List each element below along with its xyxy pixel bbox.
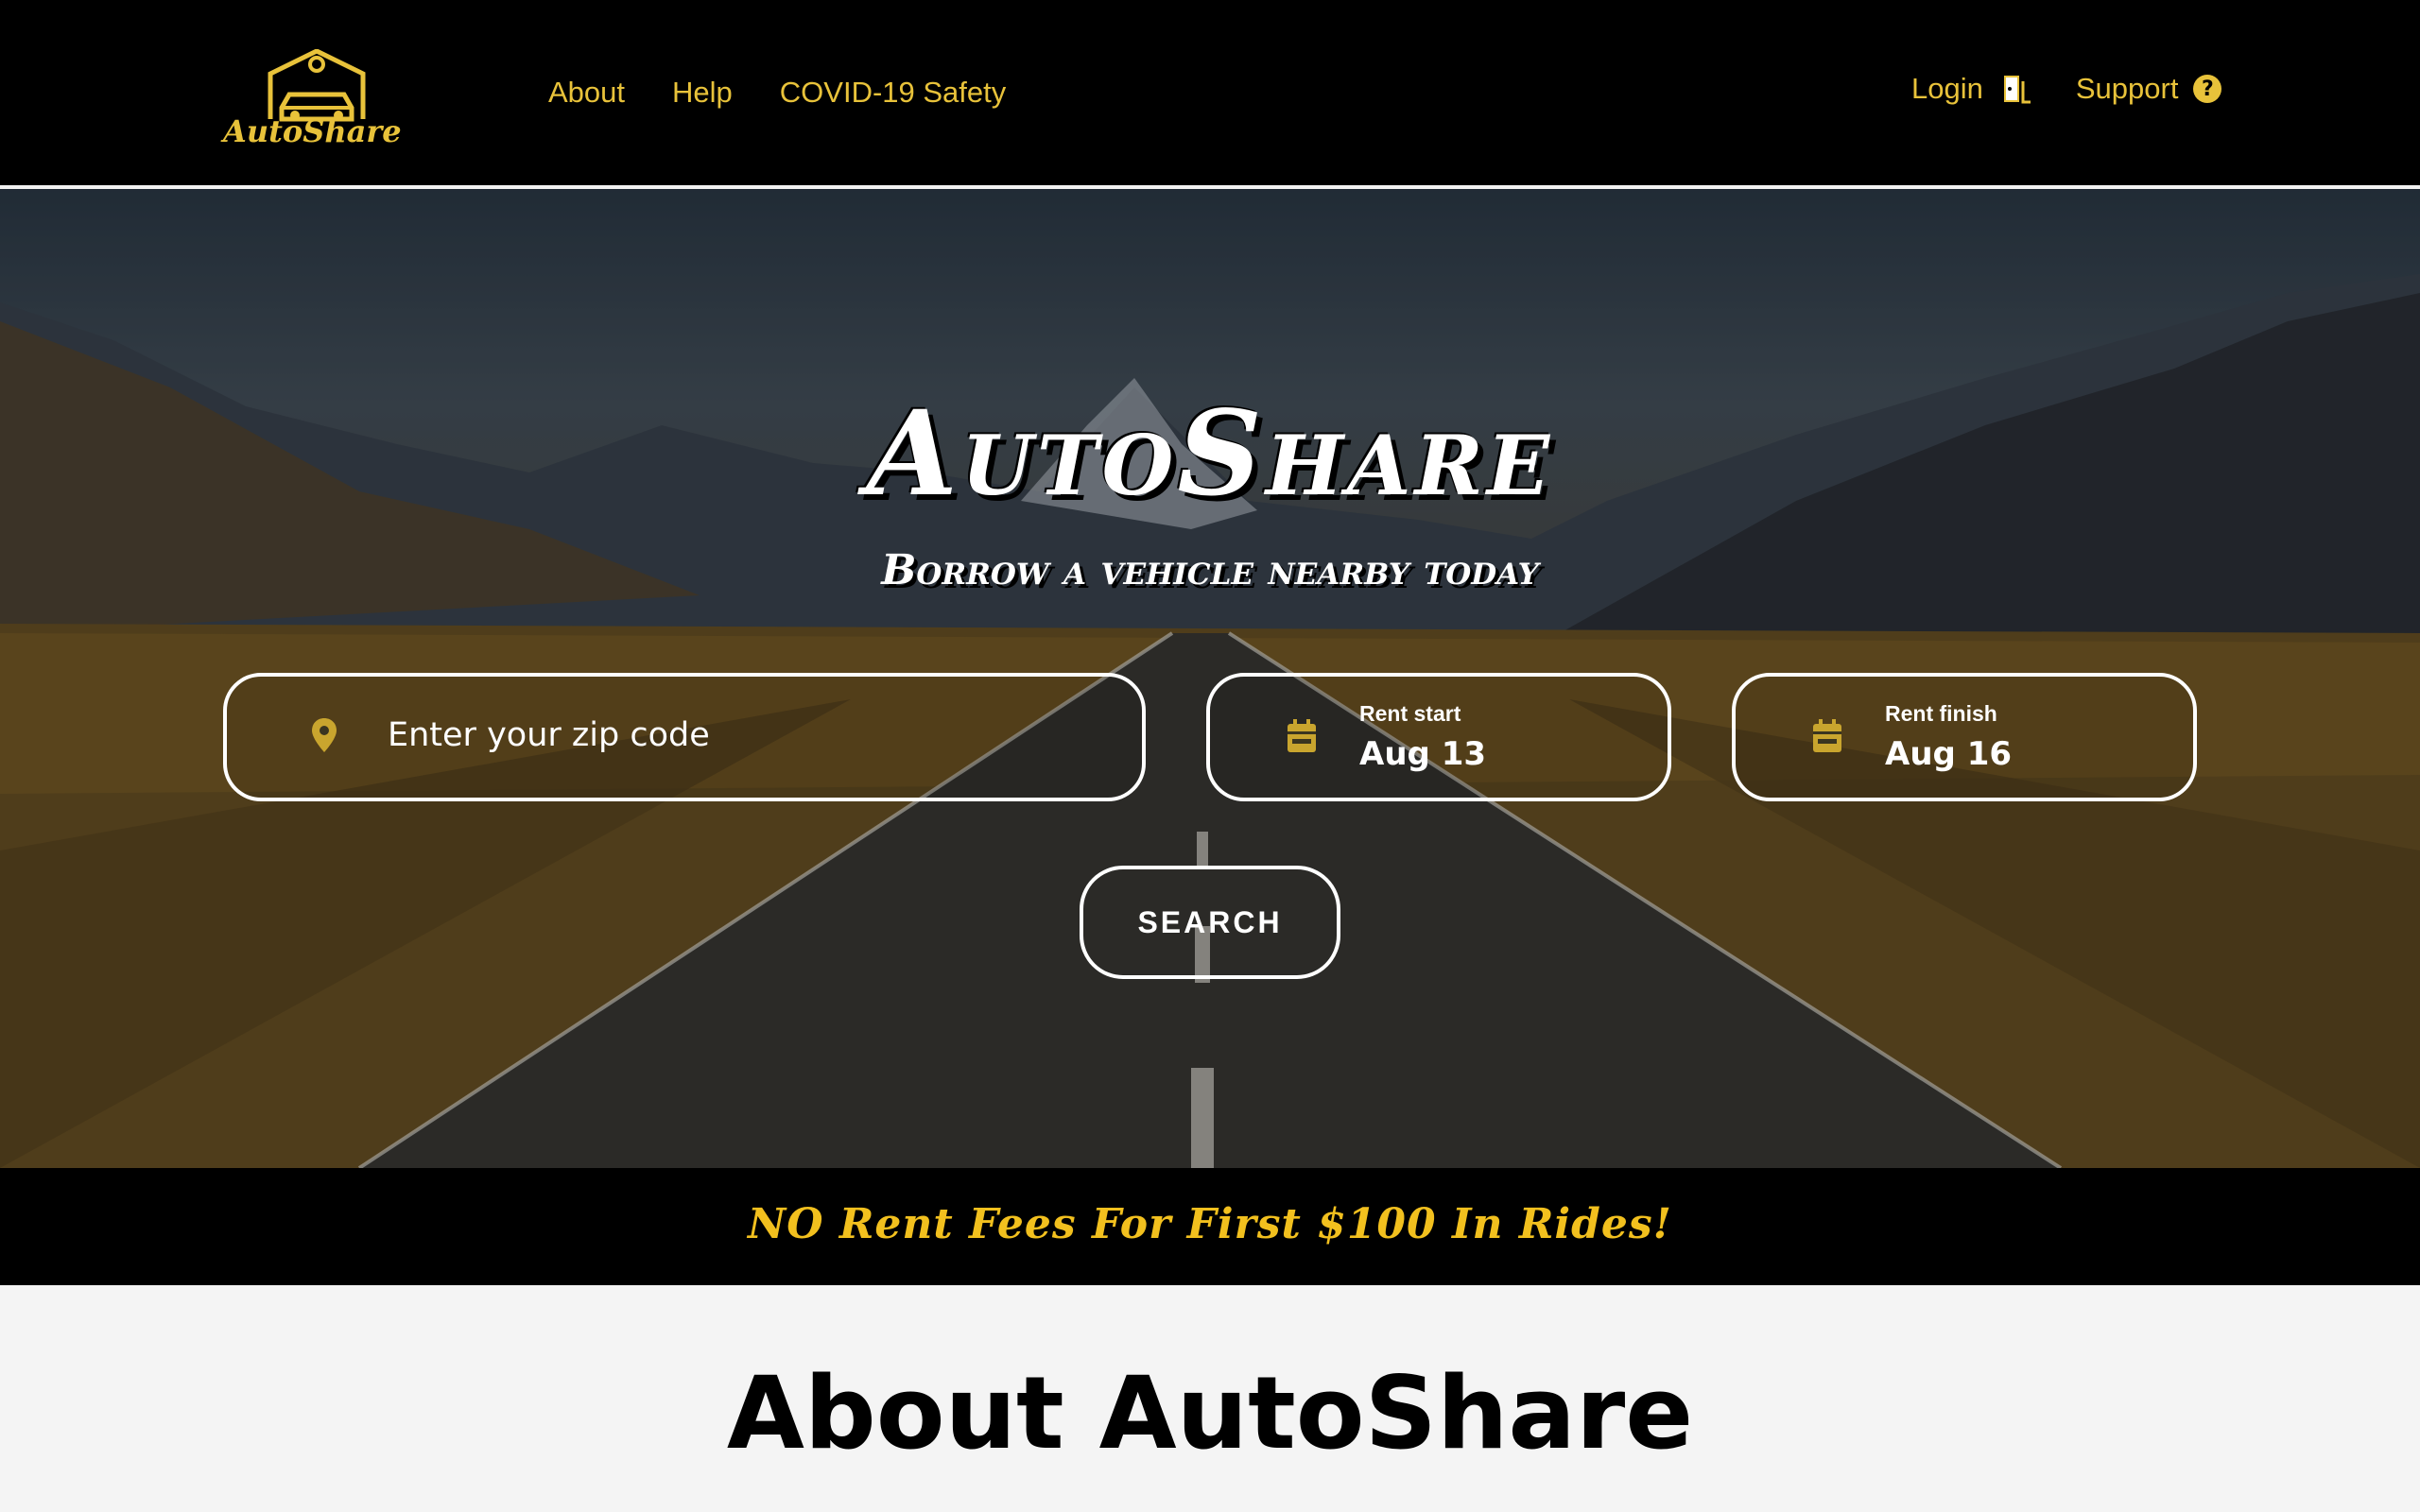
brand-logo[interactable]: AutoShare	[223, 48, 402, 153]
nav-covid-safety[interactable]: COVID-19 Safety	[780, 76, 1006, 110]
main-nav: About Help COVID-19 Safety	[548, 76, 1006, 110]
rent-finish-field[interactable]: Rent finish Aug 16	[1732, 673, 2197, 801]
logo-text: AutoShare	[223, 113, 402, 149]
login-label: Login	[1911, 72, 1983, 105]
nav-about[interactable]: About	[548, 76, 625, 110]
support-label: Support	[2075, 72, 2179, 105]
rent-finish-label: Rent finish	[1885, 701, 1997, 726]
search-button[interactable]: SEARCH	[1080, 866, 1340, 979]
zip-placeholder: Enter your zip code	[388, 716, 710, 754]
hero-section: AutoShare Borrow a vehicle nearby today …	[0, 189, 2420, 1168]
promo-banner: NO Rent Fees For First $100 In Rides!	[0, 1168, 2420, 1285]
about-title: About AutoShare	[726, 1355, 1694, 1471]
nav-help[interactable]: Help	[672, 76, 733, 110]
login-link[interactable]: Login	[1911, 72, 2032, 106]
rent-start-field[interactable]: Rent start Aug 13	[1206, 673, 1671, 801]
zip-code-input[interactable]: Enter your zip code	[223, 673, 1146, 801]
location-pin-icon	[312, 718, 337, 752]
door-exit-icon	[2003, 76, 2031, 104]
site-header: AutoShare About Help COVID-19 Safety Log…	[0, 0, 2420, 185]
rent-start-label: Rent start	[1359, 701, 1461, 726]
hero-subtitle: Borrow a vehicle nearby today	[881, 546, 1539, 594]
support-link[interactable]: Support ?	[2076, 72, 2222, 106]
hero-title: AutoShare	[866, 386, 1554, 523]
about-section: About AutoShare	[0, 1285, 2420, 1512]
rent-finish-value: Aug 16	[1885, 735, 2013, 773]
rent-start-value: Aug 13	[1359, 735, 1487, 773]
calendar-icon	[1813, 719, 1841, 752]
calendar-icon	[1288, 719, 1316, 752]
help-circle-icon: ?	[2193, 75, 2222, 103]
promo-text: NO Rent Fees For First $100 In Rides!	[748, 1200, 1672, 1248]
account-nav: Login Support ?	[1911, 72, 2222, 106]
